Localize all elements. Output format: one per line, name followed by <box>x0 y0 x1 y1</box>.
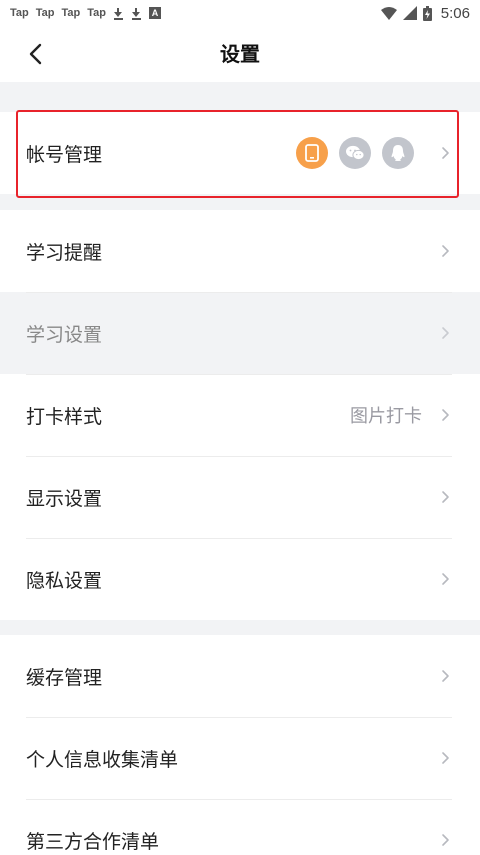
back-button[interactable] <box>18 38 52 70</box>
settings-item-label: 打卡样式 <box>26 405 103 428</box>
chevron-right-icon <box>442 491 449 503</box>
status-notifications: Tap Tap Tap Tap A <box>10 7 161 20</box>
tap-notification-icon: Tap <box>35 7 55 19</box>
settings-section-study: 学习提醒 学习设置 打卡样式 图片打卡 显示设置 隐私设置 <box>0 210 480 620</box>
download-icon <box>131 7 142 20</box>
settings-item-privacy-settings[interactable]: 隐私设置 <box>0 538 480 620</box>
chevron-right-icon <box>442 573 449 585</box>
settings-item-label: 学习设置 <box>26 323 103 346</box>
settings-item-third-party-list[interactable]: 第三方合作清单 <box>0 799 480 855</box>
wifi-icon <box>380 6 397 20</box>
settings-item-label: 学习提醒 <box>26 241 103 264</box>
page-title: 设置 <box>220 42 260 66</box>
chevron-right-icon <box>442 147 449 159</box>
status-bar: Tap Tap Tap Tap A 5:06 <box>0 0 480 26</box>
tap-notification-icon: Tap <box>87 7 106 19</box>
settings-item-label: 隐私设置 <box>26 569 103 592</box>
battery-icon <box>422 5 432 21</box>
settings-item-display-settings[interactable]: 显示设置 <box>0 456 480 538</box>
app-notification-icon: A <box>149 7 161 19</box>
settings-section-account: 帐号管理 <box>0 112 480 194</box>
signal-icon <box>402 6 417 20</box>
chevron-right-icon <box>442 327 449 339</box>
back-arrow-icon <box>29 43 42 65</box>
wechat-icon <box>339 137 371 169</box>
settings-section-data: 缓存管理 个人信息收集清单 第三方合作清单 <box>0 635 480 855</box>
settings-item-label: 帐号管理 <box>26 143 103 166</box>
settings-item-study-reminder[interactable]: 学习提醒 <box>0 210 480 292</box>
download-icon <box>113 7 124 20</box>
chevron-right-icon <box>442 670 449 682</box>
chevron-right-icon <box>442 409 449 421</box>
settings-item-study-settings[interactable]: 学习设置 <box>0 292 480 374</box>
settings-item-label: 显示设置 <box>26 487 103 510</box>
chevron-right-icon <box>442 245 449 257</box>
nav-bar: 设置 <box>0 26 480 82</box>
chevron-right-icon <box>442 752 449 764</box>
settings-item-label: 个人信息收集清单 <box>26 748 179 771</box>
settings-item-label: 第三方合作清单 <box>26 830 160 853</box>
status-time: 5:06 <box>440 4 470 22</box>
bound-accounts <box>296 137 414 169</box>
checkin-style-value: 图片打卡 <box>350 406 422 427</box>
tap-notification-icon: Tap <box>61 7 81 19</box>
settings-item-checkin-style[interactable]: 打卡样式 图片打卡 <box>0 374 480 456</box>
tap-notification-icon: Tap <box>10 7 29 19</box>
settings-item-label: 缓存管理 <box>26 666 103 689</box>
settings-item-personal-info-list[interactable]: 个人信息收集清单 <box>0 717 480 799</box>
chevron-right-icon <box>442 834 449 846</box>
qq-icon <box>382 137 414 169</box>
phone-icon <box>296 137 328 169</box>
settings-item-cache-management[interactable]: 缓存管理 <box>0 635 480 717</box>
settings-item-account-management[interactable]: 帐号管理 <box>0 112 480 194</box>
